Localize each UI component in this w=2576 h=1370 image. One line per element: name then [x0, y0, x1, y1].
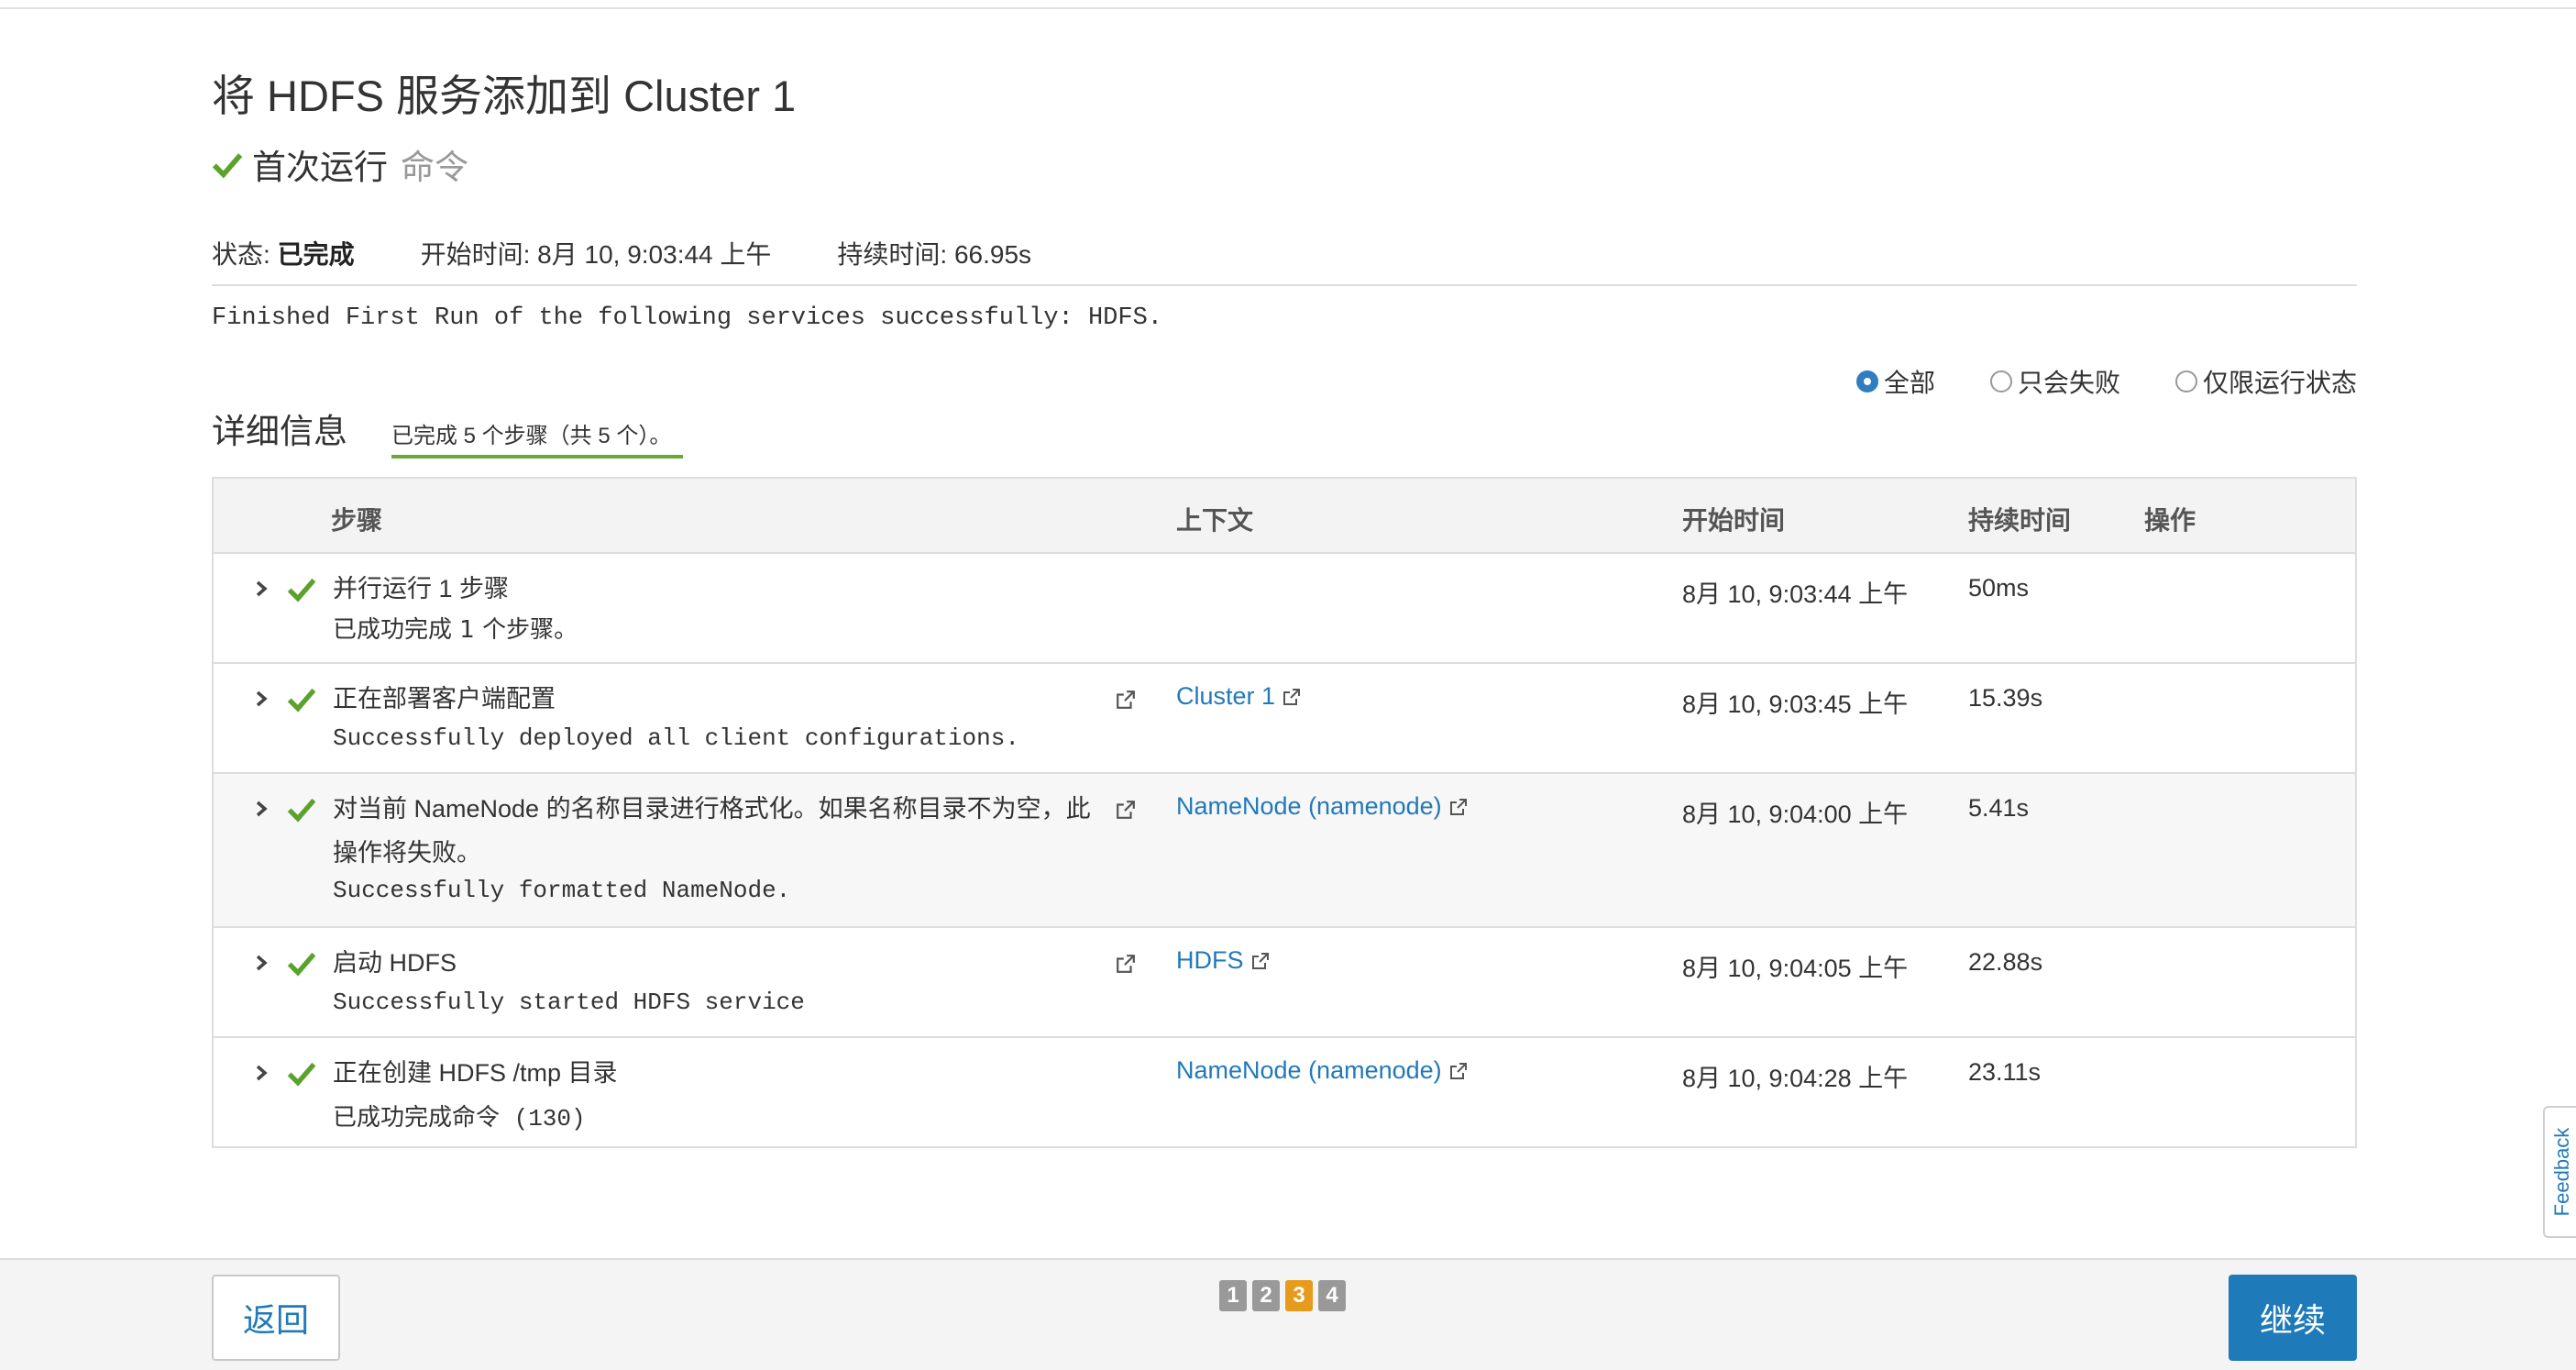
step-title: 对当前 NameNode 的名称目录进行格式化。如果名称目录不为空，此操作将失败…	[333, 795, 1091, 867]
steps-table: 步骤 上下文 开始时间 持续时间 操作 并行运行 1 步骤 已成功完成 1 个步…	[212, 477, 2357, 1148]
context-link[interactable]: NameNode (namenode)	[1176, 1056, 1468, 1085]
step-title: 启动 HDFS	[333, 949, 457, 977]
filter-group: 全部 只会失败 仅限运行状态	[1801, 363, 2357, 400]
page-3[interactable]: 3	[1285, 1280, 1313, 1311]
table-row: 并行运行 1 步骤 已成功完成 1 个步骤。 8月 10, 9:03:44 上午…	[214, 554, 2355, 664]
page-title: 将 HDFS 服务添加到 Cluster 1	[212, 72, 797, 120]
status-start-time: 开始时间: 8月 10, 9:03:44 上午	[420, 240, 772, 269]
radio-all[interactable]	[1855, 370, 1878, 392]
back-button[interactable]: 返回	[212, 1275, 340, 1361]
steps-progress: 已完成 5 个步骤（共 5 个）。	[391, 417, 683, 459]
continue-button[interactable]: 继续	[2229, 1275, 2357, 1361]
status-state: 状态: 已完成	[212, 240, 355, 269]
step-duration: 5.41s	[1968, 794, 2030, 822]
step-duration: 50ms	[1968, 574, 2030, 602]
step-start-time: 8月 10, 9:04:05 上午	[1682, 955, 1909, 982]
header-start-time: 开始时间	[1682, 506, 1786, 535]
step-start-time: 8月 10, 9:03:45 上午	[1682, 691, 1909, 718]
filter-failed-only[interactable]: 只会失败	[1989, 363, 2120, 400]
command-heading: 首次运行 命令	[212, 139, 468, 189]
status-bar: 状态: 已完成 开始时间: 8月 10, 9:03:44 上午 持续时间: 66…	[212, 235, 1097, 271]
context-link[interactable]: Cluster 1	[1176, 682, 1301, 711]
status-duration: 持续时间: 66.95s	[837, 240, 1032, 269]
step-duration: 23.11s	[1968, 1058, 2042, 1086]
step-start-time: 8月 10, 9:04:00 上午	[1682, 801, 1909, 828]
chevron-right-icon[interactable]	[252, 1064, 270, 1082]
external-link-icon	[1449, 798, 1467, 815]
header-actions: 操作	[2144, 506, 2196, 535]
external-link-icon[interactable]	[1116, 800, 1136, 820]
top-divider	[0, 7, 2576, 9]
chevron-right-icon[interactable]	[252, 690, 270, 708]
step-duration: 22.88s	[1968, 948, 2043, 976]
status-start-value: 8月 10, 9:03:44 上午	[537, 240, 772, 269]
chevron-right-icon[interactable]	[252, 800, 270, 818]
step-subtitle: Successfully deployed all client configu…	[333, 724, 1019, 752]
status-duration-value: 66.95s	[953, 240, 1032, 269]
table-row: 正在创建 HDFS /tmp 目录 已成功完成命令 (130) NameNode…	[214, 1038, 2355, 1146]
external-link-icon	[1449, 1062, 1467, 1079]
wizard-pagination: 1 2 3 4	[1219, 1280, 1351, 1311]
step-subtitle: 已成功完成命令 (130)	[333, 1105, 586, 1132]
step-start-time: 8月 10, 9:04:28 上午	[1682, 1065, 1909, 1092]
check-icon	[287, 1062, 316, 1087]
context-link[interactable]: NameNode (namenode)	[1176, 792, 1468, 821]
radio-failed-only[interactable]	[1989, 370, 2012, 392]
step-title: 正在创建 HDFS /tmp 目录	[333, 1059, 618, 1087]
table-header: 步骤 上下文 开始时间 持续时间 操作	[214, 479, 2355, 554]
context-link[interactable]: HDFS	[1176, 946, 1270, 975]
page-1[interactable]: 1	[1219, 1280, 1247, 1311]
header-duration: 持续时间	[1968, 506, 2072, 535]
external-link-icon	[1283, 688, 1301, 705]
wizard-footer	[0, 1258, 2576, 1370]
command-name: 首次运行	[252, 149, 388, 186]
command-suffix: 命令	[401, 149, 468, 186]
step-duration: 15.39s	[1968, 684, 2043, 712]
check-icon	[287, 688, 316, 713]
external-link-icon[interactable]	[1116, 690, 1136, 710]
result-message: Finished First Run of the following serv…	[212, 304, 1162, 332]
external-link-icon[interactable]	[1116, 954, 1136, 974]
radio-running-only[interactable]	[2174, 370, 2197, 392]
status-state-value: 已完成	[277, 240, 355, 269]
check-icon	[287, 798, 316, 823]
step-subtitle: Successfully started HDFS service	[333, 989, 805, 1016]
filter-running-only[interactable]: 仅限运行状态	[2174, 363, 2357, 400]
check-icon	[287, 578, 316, 602]
check-icon	[212, 153, 243, 179]
filter-all[interactable]: 全部	[1855, 363, 1935, 400]
page-2[interactable]: 2	[1252, 1280, 1280, 1311]
table-row: 启动 HDFS Successfully started HDFS servic…	[214, 928, 2355, 1038]
chevron-right-icon[interactable]	[252, 580, 270, 598]
details-heading: 详细信息	[212, 413, 347, 450]
check-icon	[287, 952, 316, 977]
step-title: 正在部署客户端配置	[333, 685, 556, 713]
step-title: 并行运行 1 步骤	[333, 575, 510, 602]
table-row: 对当前 NameNode 的名称目录进行格式化。如果名称目录不为空，此操作将失败…	[214, 774, 2355, 928]
step-subtitle: Successfully formatted NameNode.	[333, 877, 791, 904]
table-row: 正在部署客户端配置 Successfully deployed all clie…	[214, 664, 2355, 774]
step-start-time: 8月 10, 9:03:44 上午	[1682, 580, 1909, 608]
feedback-tab[interactable]: Feedback	[2543, 1106, 2576, 1238]
header-context: 上下文	[1176, 506, 1254, 535]
page-4[interactable]: 4	[1318, 1280, 1346, 1311]
header-step: 步骤	[331, 506, 383, 535]
chevron-right-icon[interactable]	[252, 954, 270, 972]
step-subtitle: 已成功完成 1 个步骤。	[333, 616, 578, 644]
external-link-icon	[1251, 952, 1269, 969]
divider	[212, 284, 2357, 286]
